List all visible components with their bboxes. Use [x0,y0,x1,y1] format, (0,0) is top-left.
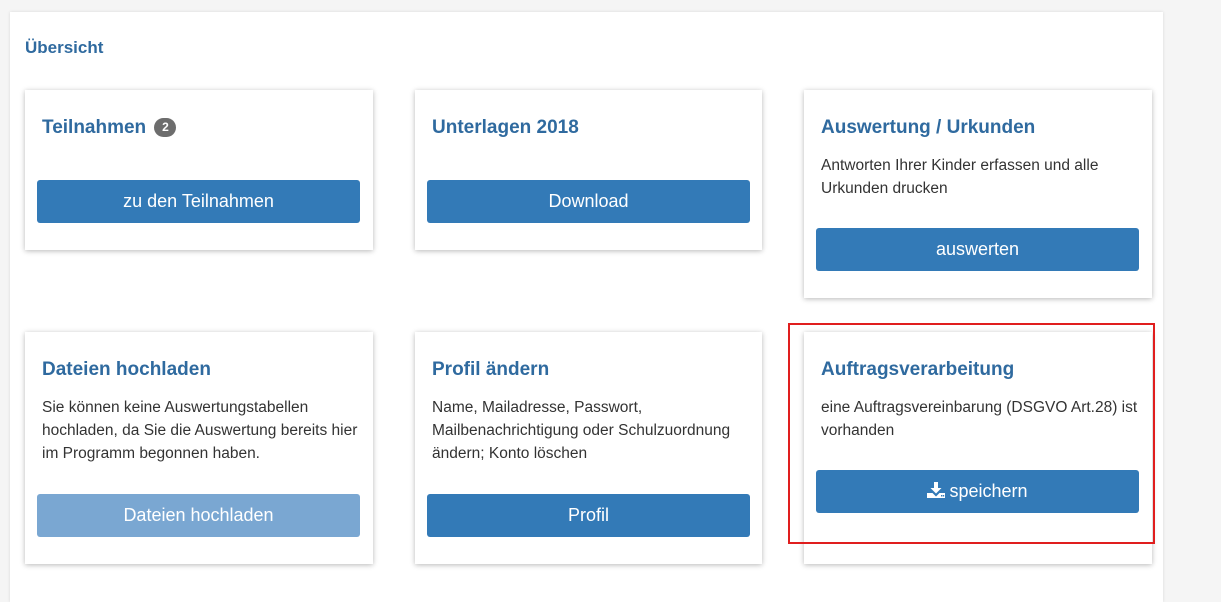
overview-title: Übersicht [25,38,104,57]
upload-files-button[interactable]: Dateien hochladen [37,494,360,537]
card-auftrag-text: eine Auftragsvereinbarung (DSGVO Art.28)… [821,399,1138,439]
card-dateien: Dateien hochladen Sie können keine Auswe… [25,332,373,564]
participation-count-badge: 2 [154,118,177,137]
card-teilnahmen-title: Teilnahmen 2 [42,117,177,139]
card-unterlagen: Unterlagen 2018 Download [415,90,762,250]
card-dateien-title: Dateien hochladen [42,359,211,380]
download-button[interactable]: Download [427,180,750,223]
card-auftrag-title: Auftragsverarbeitung [821,359,1015,380]
card-teilnahmen: Teilnahmen 2 zu den Teilnahmen [25,90,373,250]
card-auftrag: Auftragsverarbeitung eine Auftragsverein… [804,332,1152,564]
card-auswertung-text: Antworten Ihrer Kinder erfassen und alle… [821,157,1099,197]
card-profil-text: Name, Mailadresse, Passwort, Mailbenachr… [432,399,731,462]
to-participations-button[interactable]: zu den Teilnahmen [37,180,360,223]
card-auswertung-title: Auswertung / Urkunden [821,117,1036,138]
save-agreement-label: speichern [949,481,1028,501]
card-teilnahmen-title-text: Teilnahmen [42,117,147,138]
card-dateien-text: Sie können keine Auswertungstabellen hoc… [42,399,358,462]
card-unterlagen-title: Unterlagen 2018 [432,117,579,138]
card-profil-title: Profil ändern [432,359,550,380]
card-auswertung: Auswertung / Urkunden Antworten Ihrer Ki… [804,90,1152,298]
card-profil: Profil ändern Name, Mailadresse, Passwor… [415,332,762,564]
save-agreement-button[interactable]: speichern [816,470,1139,513]
profile-button[interactable]: Profil [427,494,750,537]
evaluate-button[interactable]: auswerten [816,228,1139,271]
download-icon [927,482,946,498]
